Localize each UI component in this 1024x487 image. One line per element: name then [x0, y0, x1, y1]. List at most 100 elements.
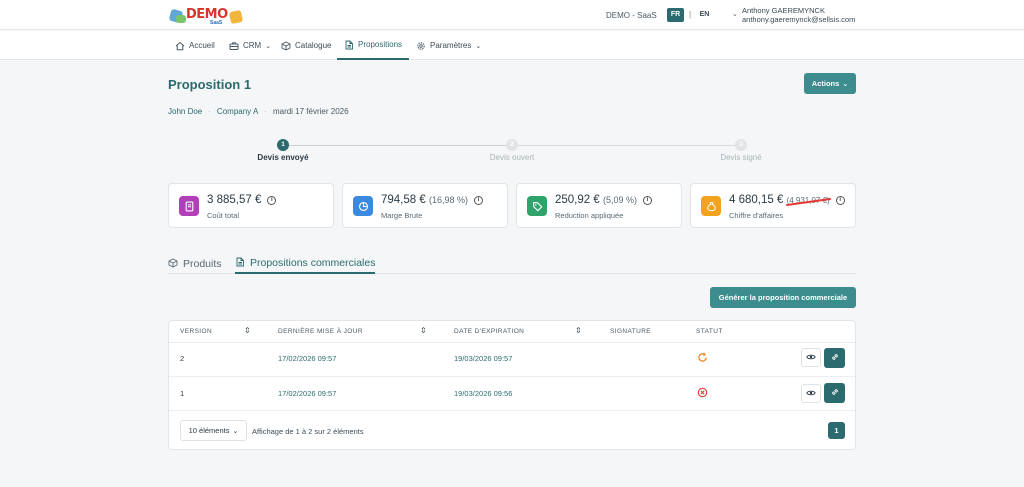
breadcrumb-contact[interactable]: John Doe	[168, 107, 202, 116]
kpi-percentage: (5,09 %)	[602, 195, 637, 205]
info-icon[interactable]: i	[642, 195, 652, 205]
breadcrumb-company[interactable]: Company A	[217, 107, 258, 116]
column-header-updated[interactable]: DERNIÈRE MISE À JOUR	[278, 321, 363, 342]
kpi-value: 4 680,15 €	[729, 194, 784, 206]
breadcrumb: John Doe · Company A · mardi 17 février 2026	[168, 107, 349, 116]
nav-label: Paramètres	[430, 41, 472, 50]
nav-label: Catalogue	[295, 41, 332, 50]
breadcrumb-date: mardi 17 février 2026	[272, 107, 349, 116]
home-icon	[175, 41, 185, 51]
step-3-label: Devis signé	[720, 153, 762, 162]
nav-item-parametres[interactable]: Paramètres ⌄	[416, 31, 481, 60]
step-2-label: Devis ouvert	[489, 153, 535, 162]
nav-label: Propositions	[358, 40, 403, 49]
kpi-label: Reduction appliquée	[555, 211, 624, 220]
link-icon	[830, 387, 840, 399]
kpi-value: 794,58 €	[381, 194, 426, 206]
nav-item-catalogue[interactable]: Catalogue	[281, 31, 331, 60]
user-name[interactable]: Anthony GAEREMYNCK	[742, 6, 825, 15]
kpi-label: Chiffre d'affaires	[729, 211, 784, 220]
page-size-select[interactable]: 10 éléments ⌄	[180, 420, 247, 441]
header-divider	[169, 342, 855, 343]
nav-label: CRM	[243, 41, 262, 50]
sort-icon[interactable]: ⇕	[420, 326, 427, 335]
kpi-card-discount: 250,92 € (5,09 %) i Reduction appliquée	[516, 183, 682, 228]
box-icon	[168, 257, 178, 271]
cell-version: 2	[180, 354, 185, 363]
cell-expiration: 19/03/2026 09:57	[454, 354, 513, 363]
app-logo[interactable]: DEMO SaaS	[168, 5, 244, 26]
kpi-percentage: (16,98 %)	[428, 195, 468, 205]
propositions-table: VERSION ⇕ DERNIÈRE MISE À JOUR ⇕ DATE D'…	[168, 320, 856, 450]
main-nav: Accueil CRM ⌄ Catalogue Propositions Par…	[0, 31, 1024, 60]
eye-icon	[806, 388, 816, 400]
step-2-dot: 2	[506, 139, 518, 151]
sort-icon[interactable]: ⇕	[575, 326, 582, 335]
nav-item-propositions[interactable]: Propositions	[337, 31, 409, 60]
nav-label: Accueil	[189, 41, 215, 50]
chevron-down-icon[interactable]: ⌄	[732, 10, 738, 18]
cell-updated: 17/02/2026 09:57	[278, 354, 337, 363]
stepper-line	[289, 145, 512, 146]
pie-chart-icon	[353, 196, 373, 216]
chevron-down-icon: ⌄	[842, 80, 849, 88]
briefcase-icon	[229, 41, 239, 51]
column-header-version[interactable]: VERSION	[180, 321, 212, 342]
tab-propositions-commerciales[interactable]: Propositions commerciales	[235, 254, 376, 274]
kpi-label: Coût total	[207, 211, 240, 220]
view-button[interactable]	[801, 348, 821, 367]
step-1-label: Devis envoyé	[257, 153, 309, 162]
pagination-info: Affichage de 1 à 2 sur 2 éléments	[252, 427, 364, 436]
document-icon	[179, 196, 199, 216]
step-1-dot: 1	[277, 139, 289, 151]
kpi-value: 3 885,57 €	[207, 194, 262, 206]
stepper-line	[518, 145, 735, 146]
actions-button[interactable]: Actions ⌄	[804, 73, 856, 94]
cancel-circle-icon	[697, 387, 708, 400]
document-icon	[235, 257, 245, 270]
generate-proposal-button[interactable]: Générer la proposition commerciale	[710, 287, 856, 308]
copy-link-button[interactable]	[824, 383, 845, 403]
info-icon[interactable]: i	[267, 195, 277, 205]
kpi-card-total-cost: 3 885,57 € i Coût total	[168, 183, 334, 228]
tab-label: Produits	[183, 258, 222, 270]
link-icon	[830, 352, 840, 364]
tenant-name[interactable]: DEMO - SaaS	[606, 11, 657, 20]
chevron-down-icon: ⌄	[232, 427, 239, 435]
money-bag-icon	[701, 196, 721, 216]
tab-produits[interactable]: Produits	[168, 254, 222, 274]
page-title: Proposition 1	[168, 77, 252, 92]
eye-icon	[806, 352, 816, 364]
chevron-down-icon: ⌄	[475, 42, 482, 50]
column-header-signature: SIGNATURE	[610, 328, 652, 335]
cell-version: 1	[180, 389, 185, 398]
language-fr-button[interactable]: FR	[667, 8, 684, 22]
refresh-icon	[697, 352, 708, 365]
tag-icon	[527, 196, 547, 216]
cell-expiration: 19/03/2026 09:56	[454, 389, 513, 398]
view-button[interactable]	[801, 384, 821, 403]
user-email[interactable]: anthony.gaeremynck@sellsis.com	[742, 15, 855, 24]
nav-item-crm[interactable]: CRM ⌄	[229, 31, 271, 60]
page-1-button[interactable]: 1	[828, 422, 845, 439]
language-en-button[interactable]: EN	[696, 8, 713, 22]
logo-shape	[228, 9, 244, 25]
tab-label: Propositions commerciales	[250, 257, 376, 269]
top-bar: DEMO SaaS DEMO - SaaS FR | EN ⌄ Anthony …	[0, 0, 1024, 30]
column-header-status: STATUT	[696, 328, 723, 335]
kpi-card-gross-margin: 794,58 € (16,98 %) i Marge Brute	[342, 183, 508, 228]
box-icon	[281, 40, 291, 51]
copy-link-button[interactable]	[824, 348, 845, 368]
document-icon	[344, 40, 354, 50]
logo-subtext: SaaS	[210, 20, 223, 26]
info-icon[interactable]: i	[835, 195, 845, 205]
column-header-expiration[interactable]: DATE D'EXPIRATION	[454, 321, 524, 342]
kpi-value: 250,92 €	[555, 194, 600, 206]
logo-shape	[176, 15, 186, 23]
actions-label: Actions	[811, 79, 840, 88]
nav-item-accueil[interactable]: Accueil	[175, 31, 215, 60]
kpi-label: Marge Brute	[381, 211, 423, 220]
gear-icon	[416, 41, 426, 51]
info-icon[interactable]: i	[474, 195, 483, 205]
sort-icon[interactable]: ⇕	[244, 326, 251, 335]
